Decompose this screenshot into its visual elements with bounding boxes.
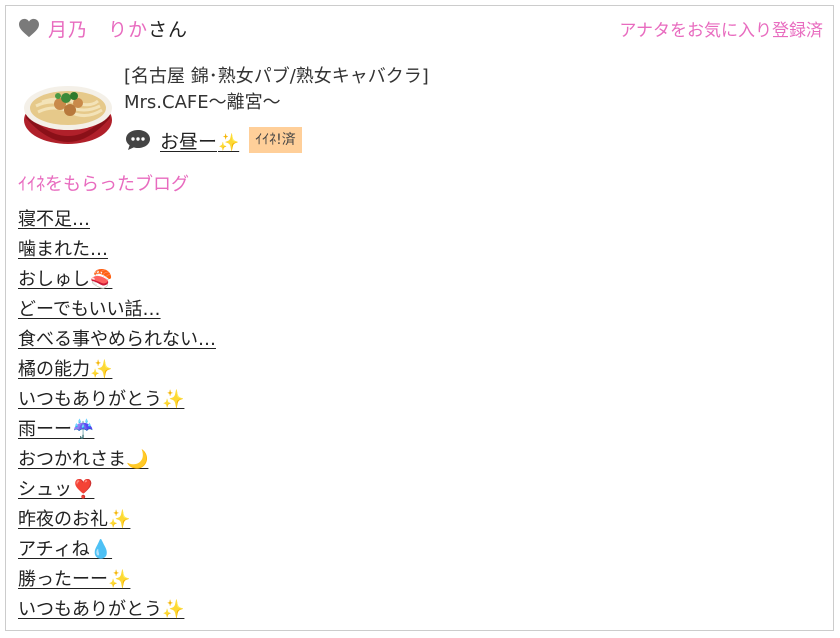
blog-link[interactable]: おつかれさま🌙: [18, 449, 148, 470]
sparkle-icon: ✨: [218, 132, 240, 153]
list-item: 橘の能力✨: [18, 355, 216, 385]
list-item: 昨夜のお礼✨: [18, 505, 216, 535]
list-item: 雨ーー☔️: [18, 415, 216, 445]
blog-link[interactable]: 昨夜のお礼✨: [18, 509, 130, 530]
post-title-text: お昼ー: [160, 130, 218, 153]
liked-post: [名古屋 錦･熟女パブ/熟女キャバクラ] Mrs.CAFE〜離宮〜 お昼ー✨ ｲ…: [18, 64, 823, 160]
list-item: 寝不足…: [18, 205, 216, 235]
blog-link[interactable]: いつもありがとう✨: [18, 599, 184, 620]
user-name[interactable]: 月乃 りかさん: [48, 15, 188, 42]
blog-link[interactable]: シュッ❣️: [18, 479, 94, 500]
list-item: おしゅし🍣: [18, 265, 216, 295]
list-item: アチィね💧: [18, 535, 216, 565]
user-name-text[interactable]: 月乃 りか: [48, 19, 148, 41]
post-title-link[interactable]: お昼ー✨: [160, 127, 239, 154]
list-item: おつかれさま🌙: [18, 445, 216, 475]
blog-link[interactable]: 雨ーー☔️: [18, 419, 94, 440]
blog-link[interactable]: 勝ったーー✨: [18, 569, 130, 590]
list-item: どーでもいい話…: [18, 295, 216, 325]
list-item: シュッ❣️: [18, 475, 216, 505]
list-item: 勝ったーー✨: [18, 565, 216, 595]
blog-link[interactable]: アチィね💧: [18, 539, 112, 560]
blog-link[interactable]: 寝不足…: [18, 209, 90, 230]
favorite-status-link[interactable]: アナタをお気に入り登録済: [619, 16, 823, 41]
liked-badge: ｲｲﾈ!済: [249, 127, 302, 153]
post-title-row: お昼ー✨ ｲｲﾈ!済: [124, 125, 302, 155]
list-item: 食べる事やめられない…: [18, 325, 216, 355]
shop-area-category: [名古屋 錦･熟女パブ/熟女キャバクラ]: [124, 66, 429, 87]
blog-link[interactable]: おしゅし🍣: [18, 269, 112, 290]
list-item: いつもありがとう✨: [18, 595, 216, 625]
user-name-suffix: さん: [148, 19, 189, 41]
heart-icon: [19, 18, 39, 38]
chat-bubble-icon: [126, 130, 150, 150]
post-thumbnail[interactable]: [22, 68, 114, 148]
shop-name[interactable]: [名古屋 錦･熟女パブ/熟女キャバクラ] Mrs.CAFE〜離宮〜: [124, 64, 429, 116]
blog-link[interactable]: どーでもいい話…: [18, 299, 161, 320]
blog-link[interactable]: 食べる事やめられない…: [18, 329, 216, 350]
blog-link[interactable]: 噛まれた…: [18, 239, 108, 260]
card-header: 月乃 りかさん アナタをお気に入り登録済: [18, 14, 823, 44]
blog-link[interactable]: 橘の能力✨: [18, 359, 112, 380]
liked-blogs-heading: ｲｲﾈをもらったブログ: [18, 174, 189, 195]
list-item: いつもありがとう✨: [18, 385, 216, 415]
shop-title: Mrs.CAFE〜離宮〜: [124, 92, 281, 113]
notification-card: 月乃 りかさん アナタをお気に入り登録済 [名古屋 錦･熟女パブ/熟女キャバクラ…: [5, 5, 834, 631]
blog-link[interactable]: いつもありがとう✨: [18, 389, 184, 410]
liked-blog-list: 寝不足… 噛まれた… おしゅし🍣 どーでもいい話… 食べる事やめられない… 橘の…: [18, 205, 216, 625]
list-item: 噛まれた…: [18, 235, 216, 265]
